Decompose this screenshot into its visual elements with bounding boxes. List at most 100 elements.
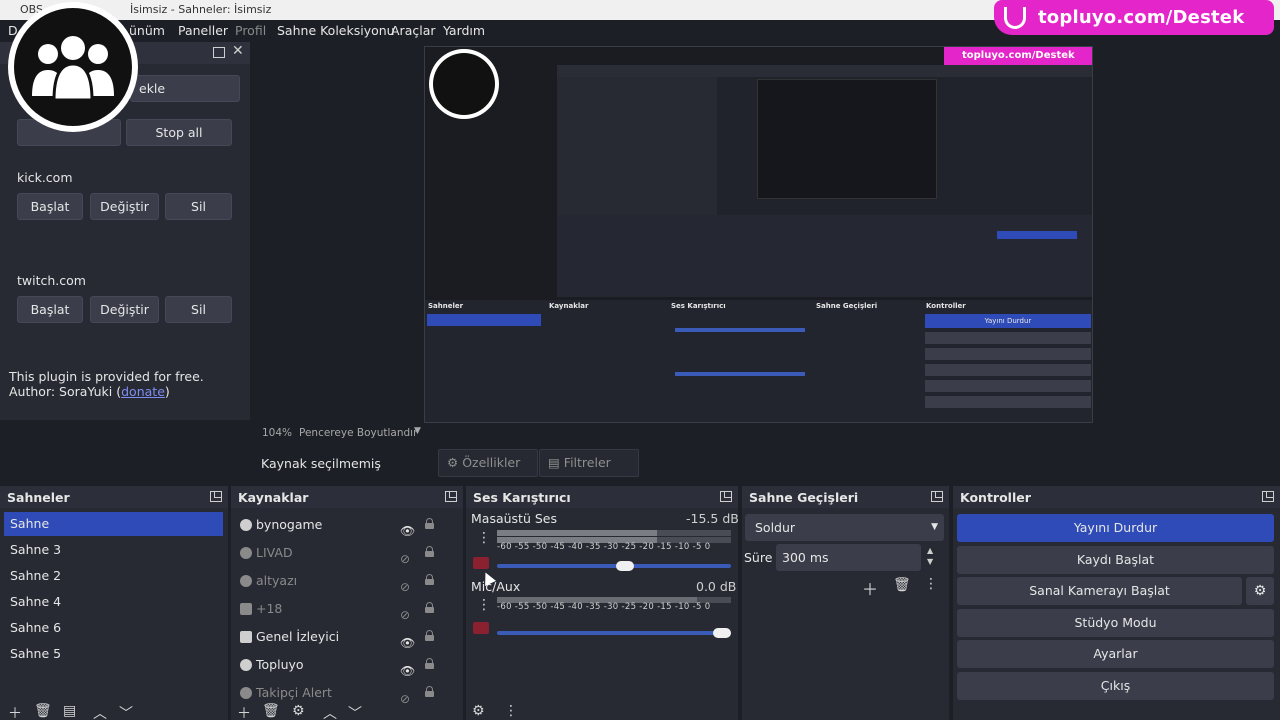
volume-slider[interactable] [497,564,731,568]
scene-item[interactable]: Sahne [4,512,223,536]
eye-off-icon[interactable]: ⊘ [400,575,410,599]
kick-start-button[interactable]: Başlat [17,193,83,220]
menu-profile[interactable]: Profil [235,23,266,38]
float-icon[interactable] [445,491,457,502]
twitch-change-button[interactable]: Değiştir [90,296,159,323]
trash-icon[interactable]: 🗑 [262,703,280,719]
source-item[interactable]: LIVAD ⊘ [234,541,460,566]
kebab-icon[interactable]: ⋮ [477,597,491,613]
float-icon[interactable] [213,47,225,58]
eye-off-icon[interactable]: ⊘ [400,603,410,627]
preview-canvas[interactable]: topluyo.com/Destek Sahneler Kaynaklar Se… [424,46,1093,423]
properties-button[interactable]: ⚙ Özellikler [438,449,538,477]
start-virtualcam-button[interactable]: Sanal Kamerayı Başlat [957,577,1242,605]
scene-item[interactable]: Sahne 2 [4,564,223,588]
trash-icon[interactable]: 🗑 [893,577,911,593]
menu-scene-collection[interactable]: Sahne Koleksiyonu [277,23,395,38]
twitch-start-button[interactable]: Başlat [17,296,83,323]
float-icon[interactable] [931,491,943,502]
stop-all-button[interactable]: Stop all [126,119,232,146]
source-item[interactable]: altyazı ⊘ [234,569,460,594]
exit-button[interactable]: Çıkış [957,672,1274,700]
mini-transitions-title: Sahne Geçişleri [816,302,878,310]
menu-docks[interactable]: Paneller [178,23,228,38]
menu-view[interactable]: ünüm [129,23,165,38]
kebab-icon[interactable]: ⋮ [477,530,491,546]
menu-help[interactable]: Yardım [443,23,485,38]
scenes-title: Sahneler [7,490,70,505]
kebab-icon[interactable]: ⋮ [504,703,518,719]
lock-icon[interactable] [425,518,434,529]
kebab-icon[interactable]: ⋮ [924,576,938,592]
lock-icon[interactable] [425,574,434,585]
add-button[interactable]: ekle [130,75,240,102]
settings-button[interactable]: Ayarlar [957,640,1274,668]
lock-icon[interactable] [425,658,434,669]
mute-icon[interactable] [473,557,489,569]
scene-item[interactable]: Sahne 6 [4,616,223,640]
close-icon[interactable]: ✕ [232,43,244,59]
kick-delete-button[interactable]: Sil [165,193,232,220]
gear-icon[interactable]: ⚙ [292,703,305,719]
trash-icon[interactable]: 🗑 [34,703,52,719]
chevron-down-icon[interactable]: ▼ [414,426,421,436]
source-item[interactable]: Takipçi Alert ⊘ [234,681,460,706]
scene-item[interactable]: Sahne 3 [4,538,223,562]
lock-icon[interactable] [425,630,434,641]
chevron-up-icon[interactable]: ︿ [323,703,337,720]
eye-icon[interactable]: 👁 [400,659,415,683]
gear-icon[interactable]: ⚙ [472,703,485,719]
controls-title: Kontroller [960,490,1031,505]
chevron-up-icon[interactable]: ︿ [93,703,107,720]
start-record-button[interactable]: Kaydı Başlat [957,546,1274,574]
stop-stream-button[interactable]: Yayını Durdur [957,514,1274,542]
filters-button[interactable]: ▤ Filtreler [539,449,639,477]
mini-mixer-title: Ses Karıştırıcı [671,302,726,310]
kick-change-button[interactable]: Değiştir [90,193,159,220]
eye-icon[interactable]: 👁 [400,631,415,655]
scene-item[interactable]: Sahne 4 [4,590,223,614]
chevron-down-icon[interactable]: ﹀ [348,703,362,720]
menu-tools[interactable]: Araçlar [391,23,436,38]
brand-banner: topluyo.com/Destek [994,0,1274,35]
zoom-level[interactable]: 104% [262,427,292,439]
donate-link[interactable]: donate [121,384,165,399]
studio-mode-button[interactable]: Stüdyo Modu [957,609,1274,637]
mute-icon[interactable] [473,622,489,634]
eye-off-icon[interactable]: ⊘ [400,547,410,571]
chevron-down-icon[interactable]: ﹀ [119,703,133,720]
gear-icon[interactable]: ⚙ [1246,577,1274,605]
eye-icon[interactable]: 👁 [400,519,415,543]
controls-header: Kontroller [953,486,1280,508]
add-icon[interactable]: ＋ [862,576,878,600]
float-icon[interactable] [1262,491,1274,502]
lock-icon[interactable] [425,546,434,557]
add-icon[interactable]: ＋ [237,703,251,720]
lock-icon[interactable] [425,686,434,697]
twitch-delete-button[interactable]: Sil [165,296,232,323]
mini-scenes-title: Sahneler [428,302,464,310]
source-item[interactable]: Genel İzleyici 👁 [234,625,460,650]
source-name: +18 [256,601,283,616]
scene-item[interactable]: Sahne 5 [4,642,223,666]
transition-select[interactable]: Soldur ▼ [745,514,944,541]
source-item[interactable]: +18 ⊘ [234,597,460,622]
image-icon [240,603,252,615]
duration-field[interactable]: 300 ms [776,544,921,571]
filter-icon[interactable]: ▤ [63,703,76,719]
volume-slider-knob[interactable] [616,561,634,571]
volume-slider-knob[interactable] [713,628,731,638]
source-item[interactable]: Topluyo 👁 [234,653,460,678]
eye-off-icon[interactable]: ⊘ [400,687,410,711]
image-icon [240,631,252,643]
lock-icon[interactable] [425,602,434,613]
float-icon[interactable] [720,491,732,502]
float-icon[interactable] [210,491,222,502]
source-name: bynogame [256,517,323,532]
fit-to-window[interactable]: Pencereye Boyutlandır [299,427,417,439]
source-item[interactable]: bynogame 👁 [234,513,460,538]
stepper-icon[interactable]: ▲ ▼ [927,545,933,567]
add-icon[interactable]: ＋ [8,703,22,720]
volume-slider[interactable] [497,631,731,635]
source-name: Genel İzleyici [256,629,340,644]
